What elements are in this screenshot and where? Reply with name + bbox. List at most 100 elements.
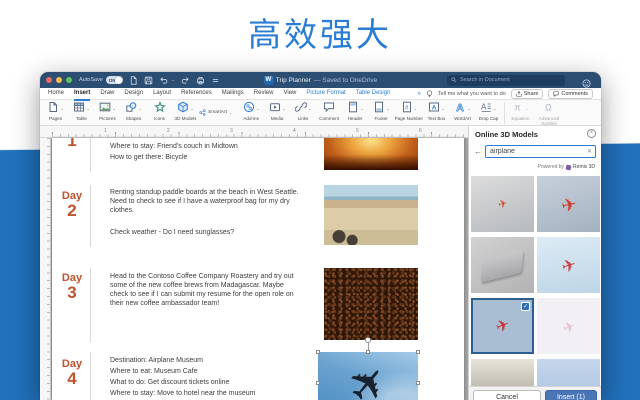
ribbon-button-pages[interactable]: ⌄Pages [43, 102, 68, 121]
tab-insert[interactable]: Insert [74, 87, 90, 101]
3d-model-red-striped-wing-plane[interactable]: ✈ [537, 237, 600, 293]
ribbon-button-drop-cap[interactable]: A⌄Drop Cap [476, 102, 501, 121]
close-window-button[interactable] [46, 77, 52, 83]
resize-handle-top[interactable] [366, 350, 370, 354]
tab-mailings[interactable]: Mailings [222, 87, 244, 101]
ribbon-button-icons[interactable]: Icons [147, 102, 172, 121]
tab-table-design[interactable]: Table Design [356, 87, 391, 101]
model-search-input[interactable] [485, 145, 596, 158]
panel-search-row: ← ✕ [469, 144, 601, 160]
dropdown-chevron-icon: ⌄ [256, 106, 259, 111]
back-arrow-icon[interactable]: ← [474, 147, 482, 157]
tab-view[interactable]: View [283, 87, 296, 101]
ribbon-button-text-box[interactable]: A⌄Text Box [424, 102, 449, 121]
ribbon-tabs-bar: Home Insert Draw Design Layout References Mail… [40, 88, 601, 100]
dropdown-chevron-icon: ⌄ [414, 106, 417, 111]
airplane-photo[interactable]: ✈ [318, 352, 418, 400]
beach-photo[interactable] [324, 185, 418, 245]
minimize-window-button[interactable] [56, 77, 62, 83]
ribbon-group-separator [504, 102, 505, 124]
ribbon-button-links[interactable]: ⌄Links [291, 102, 316, 121]
zoom-window-button[interactable] [66, 77, 72, 83]
table-cell-border [90, 268, 91, 342]
save-icon[interactable] [144, 75, 154, 85]
dropdown-chevron-icon: ⌄ [308, 106, 311, 111]
redo-icon[interactable] [180, 75, 190, 85]
ribbon-button-footer[interactable]: ⌄Footer [369, 102, 394, 121]
doc-paragraph: What to do: Get discount tickets online [110, 378, 300, 387]
ribbon-button-smartart[interactable]: SmartArt⌄ [199, 103, 238, 121]
clear-search-icon[interactable]: ✕ [587, 148, 592, 155]
ribbon-button-3d-models[interactable]: ⌄3D Models [173, 102, 198, 121]
word-app-icon: W [264, 76, 273, 85]
document-page[interactable]: Day1Where to stay: Friend's couch in Mid… [52, 138, 464, 400]
svg-text:A: A [432, 104, 437, 111]
tab-overflow-indicator[interactable]: » [418, 91, 421, 97]
dropdown-chevron-icon: ⌄ [60, 106, 63, 111]
airplane-photo-wrap: ✈ [318, 352, 418, 400]
ribbon-button-advanced-symbol[interactable]: ΩAdvanced Symbol [534, 102, 564, 127]
3d-model-faint-pink-plane[interactable]: ✈ [537, 298, 600, 354]
3d-model-red-white-biplane[interactable]: ✈✓ [471, 298, 534, 354]
tab-home[interactable]: Home [48, 87, 64, 101]
autosave-toggle[interactable]: ON [106, 76, 123, 84]
feedback-smiley-icon[interactable] [582, 75, 591, 93]
insert-button[interactable]: Insert (1) [545, 390, 597, 400]
tab-design[interactable]: Design [124, 87, 143, 101]
powered-by-label: Powered by [538, 164, 564, 170]
insert-ribbon: ⌄Pages⌄Table⌄Pictures⌄ShapesIcons⌄3D Mod… [40, 100, 601, 126]
share-button[interactable]: Share [511, 89, 544, 99]
autosave-toggle-knob [115, 77, 122, 84]
ribbon-button-equation[interactable]: π⌄Equation [508, 102, 533, 121]
ribbon-button-pictures[interactable]: ⌄Pictures [95, 102, 120, 121]
ribbon-button-wordart[interactable]: A⌄WordArt [450, 102, 475, 121]
undo-dropdown-icon[interactable]: ⌄ [171, 77, 175, 83]
cancel-button[interactable]: Cancel [473, 390, 541, 400]
autosave-toggle-group: AutoSave ON [79, 76, 123, 84]
ribbon-button-page-number[interactable]: #⌄Page Number [395, 102, 423, 121]
undo-icon[interactable] [159, 75, 169, 85]
tab-picture-format[interactable]: Picture Format [306, 87, 345, 101]
3d-model-gray-slab[interactable] [471, 237, 534, 293]
pictures-icon [99, 100, 111, 118]
resize-handle-right[interactable] [416, 381, 420, 385]
doc-paragraph: How to get there: Bicycle [110, 153, 300, 162]
doc-paragraph: Head to the Contoso Coffee Company Roast… [110, 272, 300, 308]
dropdown-chevron-icon: ⌄ [525, 106, 528, 111]
ribbon-button-add-ins[interactable]: ⌄Add-ins [239, 102, 264, 121]
dropdown-chevron-icon: ⌄ [190, 106, 193, 111]
tab-layout[interactable]: Layout [153, 87, 171, 101]
concert-crowd-photo[interactable] [324, 138, 418, 170]
ribbon-button-header[interactable]: ⌄Header [343, 102, 368, 121]
ruler-number: 6 [419, 128, 422, 134]
drop-cap-icon: A [480, 100, 492, 118]
ribbon-button-media[interactable]: ⌄Media [265, 102, 290, 121]
tab-references[interactable]: References [181, 87, 212, 101]
rotate-handle[interactable] [365, 337, 371, 343]
svg-text:Ω: Ω [545, 102, 552, 112]
resize-handle-top-left[interactable] [316, 350, 320, 354]
3d-model-red-cartoon-jet[interactable]: ✈ [537, 176, 600, 232]
ribbon-button-table[interactable]: ⌄Table [69, 102, 94, 121]
tab-draw[interactable]: Draw [100, 87, 114, 101]
new-document-icon[interactable] [129, 75, 139, 85]
3d-model-small-red-plane[interactable]: ✈ [471, 176, 534, 232]
tell-me-box[interactable]: Tell me what you want to do [438, 91, 506, 97]
slab-shape [481, 249, 523, 282]
ribbon-button-comment[interactable]: Comment [317, 102, 342, 121]
print-icon[interactable] [195, 75, 205, 85]
day-3-label: Day3 [52, 272, 92, 302]
resize-handle-left[interactable] [316, 381, 320, 385]
plane-glyph: ✈ [559, 256, 578, 277]
customize-toolbar-icon[interactable] [210, 75, 220, 85]
close-panel-icon[interactable]: × [587, 129, 596, 138]
header-icon [347, 100, 359, 118]
day-4-label: Day4 [52, 358, 92, 388]
ruler-number: 2 [167, 128, 170, 134]
tab-review[interactable]: Review [254, 87, 274, 101]
online-3d-models-panel: Online 3D Models × ← ✕ Powered by Remix … [468, 126, 601, 400]
resize-handle-top-right[interactable] [416, 350, 420, 354]
coffee-beans-photo[interactable] [324, 268, 418, 340]
ribbon-button-shapes[interactable]: ⌄Shapes [121, 102, 146, 121]
search-in-document-field[interactable]: Search in Document [447, 75, 565, 86]
